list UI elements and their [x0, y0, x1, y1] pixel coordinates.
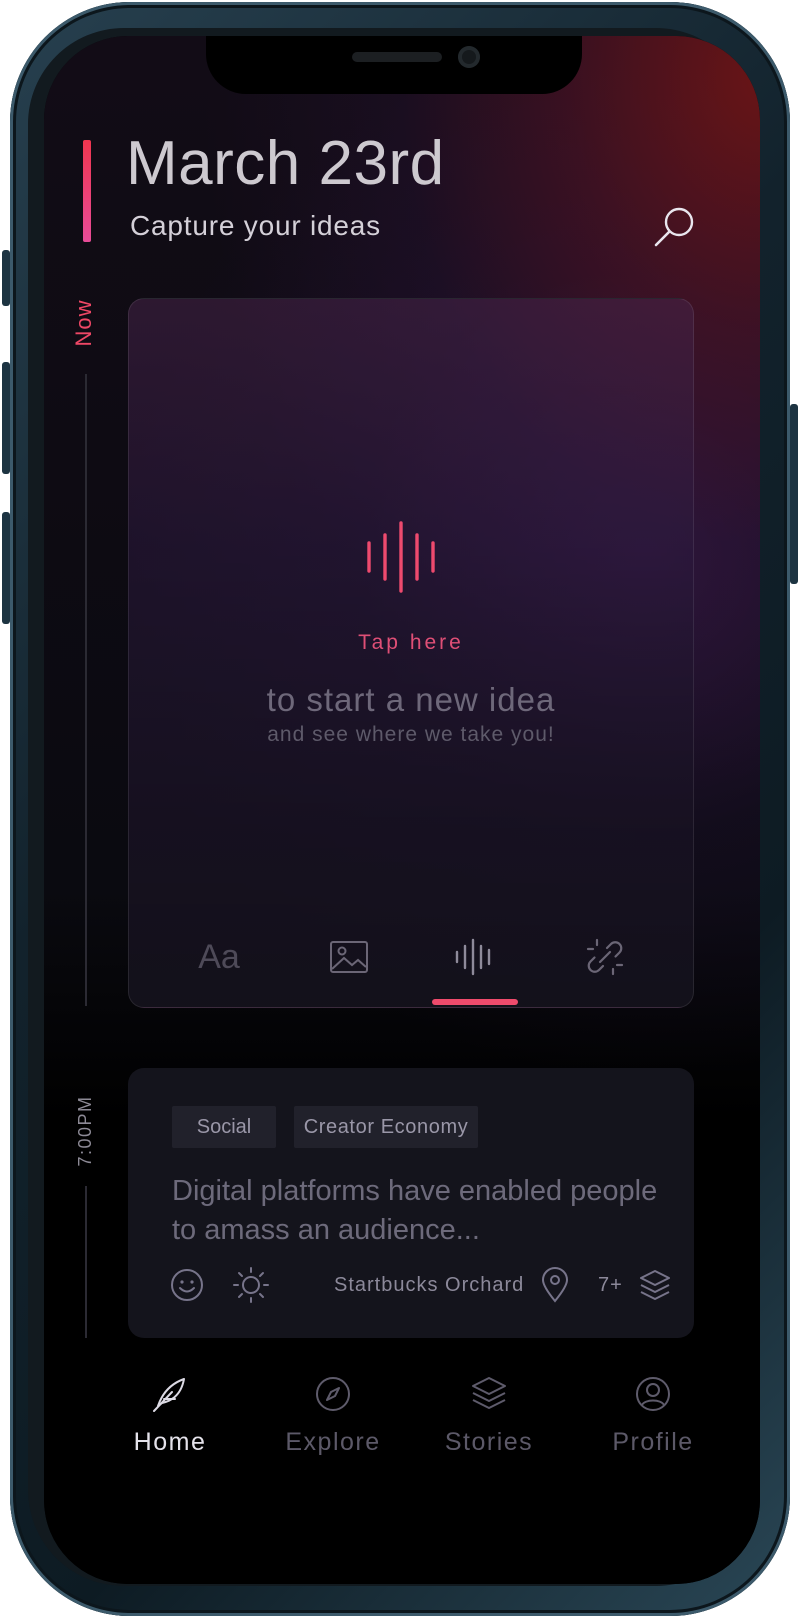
feather-icon	[153, 1378, 185, 1412]
selected-type-indicator	[432, 999, 518, 1005]
audio-type-button[interactable]	[449, 933, 501, 981]
nav-explore-label: Explore	[285, 1428, 381, 1456]
image-type-button[interactable]	[325, 933, 373, 981]
front-camera	[458, 46, 480, 68]
nav-home[interactable]: Home	[95, 1374, 245, 1474]
entry-location: Startbucks Orchard	[334, 1274, 525, 1296]
idea-entry-card[interactable]: Social Creator Economy Digital platforms…	[128, 1068, 694, 1338]
sun-icon[interactable]	[232, 1266, 270, 1304]
audio-wave-icon	[455, 938, 491, 976]
timeline-line	[85, 1186, 87, 1338]
image-icon	[330, 941, 368, 973]
smiley-icon[interactable]	[168, 1266, 206, 1304]
audio-wave-icon	[367, 521, 435, 593]
text-type-button[interactable]: Aa	[191, 933, 247, 981]
link-type-button[interactable]	[581, 933, 629, 981]
timeline-now-label: Now	[71, 299, 96, 347]
silent-switch	[2, 250, 10, 306]
power-button	[790, 404, 798, 584]
location-pin-icon[interactable]	[536, 1266, 574, 1304]
entry-item-count: 7+	[598, 1274, 623, 1296]
timeline-time-label: 7:00PM	[75, 1095, 95, 1167]
new-idea-card[interactable]: Tap here to start a new idea and see whe…	[128, 298, 694, 1008]
text-type-label: Aa	[198, 937, 240, 976]
compass-icon	[316, 1377, 350, 1411]
layers-icon	[472, 1377, 506, 1409]
app-screen: March 23rd Capture your ideas Now 7:00PM…	[44, 36, 760, 1584]
nav-stories[interactable]: Stories	[414, 1374, 564, 1474]
user-icon	[636, 1377, 670, 1411]
entry-preview-text: Digital platforms have enabled people to…	[172, 1175, 658, 1246]
layers-icon[interactable]	[636, 1266, 674, 1304]
entry-tag[interactable]: Social	[172, 1106, 276, 1148]
broken-link-icon	[586, 938, 624, 976]
page-title: March 23rd	[126, 129, 445, 198]
tap-here-label: Tap here	[358, 631, 464, 654]
timeline-line	[85, 374, 87, 1006]
nav-profile-label: Profile	[612, 1428, 694, 1456]
nav-explore[interactable]: Explore	[258, 1374, 408, 1474]
nav-stories-label: Stories	[444, 1428, 534, 1456]
speaker	[352, 52, 442, 62]
search-button[interactable]	[652, 204, 698, 250]
volume-down-button	[2, 512, 10, 624]
search-icon	[654, 207, 694, 247]
new-idea-prompt: to start a new idea	[266, 681, 556, 718]
page-subtitle: Capture your ideas	[130, 210, 381, 241]
nav-profile[interactable]: Profile	[578, 1374, 728, 1474]
notch	[206, 36, 582, 94]
volume-up-button	[2, 362, 10, 474]
header-accent-bar	[83, 140, 91, 242]
nav-home-label: Home	[133, 1428, 207, 1456]
entry-tag[interactable]: Creator Economy	[294, 1106, 478, 1148]
new-idea-subprompt: and see where we take you!	[267, 723, 555, 746]
